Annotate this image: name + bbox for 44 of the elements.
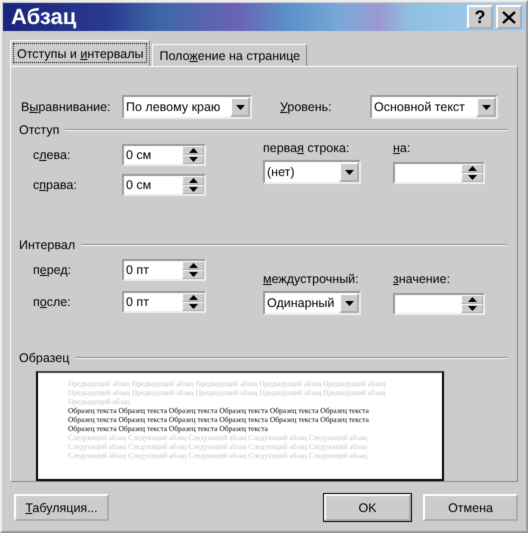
dialog-button[interactable]: OK (324, 494, 412, 521)
spin-down-icon[interactable] (461, 173, 483, 182)
close-button[interactable] (496, 5, 522, 29)
spin-down-icon[interactable] (182, 185, 204, 194)
spin-down-icon[interactable] (182, 155, 204, 164)
spin-field[interactable] (393, 162, 485, 184)
dialog-button[interactable]: Отмена (423, 494, 518, 521)
spin-field[interactable]: 0 пт (122, 291, 206, 313)
spin-up-icon[interactable] (461, 164, 483, 173)
field-label: междустрочный: (263, 272, 359, 286)
help-button[interactable]: ? (467, 5, 493, 29)
dropdown[interactable]: По левому краю (122, 95, 252, 119)
spin-field[interactable]: 0 см (122, 174, 206, 196)
window-title: Абзац (11, 4, 78, 30)
dialog-button[interactable]: Табуляция... (14, 494, 109, 521)
field-label: справа: (33, 178, 77, 192)
group-label: Интервал (19, 238, 76, 252)
spin-field[interactable]: 0 пт (122, 259, 206, 281)
field-label: первая строка: (263, 141, 350, 155)
field-label: Уровень: (280, 100, 332, 114)
spin-up-icon[interactable] (182, 176, 204, 185)
tab[interactable]: Отступы и интервалы (10, 40, 150, 66)
spin-field[interactable]: 0 см (122, 144, 206, 166)
spin-up-icon[interactable] (182, 293, 204, 302)
spin-field[interactable] (393, 293, 485, 315)
dropdown[interactable]: (нет) (263, 160, 361, 184)
field-label: Выравнивание: (21, 100, 111, 114)
tab[interactable]: Положение на странице (152, 44, 308, 66)
dropdown[interactable]: Основной текст (370, 95, 498, 119)
spin-down-icon[interactable] (461, 304, 483, 313)
spin-down-icon[interactable] (182, 270, 204, 279)
group-label: Отступ (19, 123, 60, 137)
field-label: слева: (33, 148, 70, 162)
spin-down-icon[interactable] (182, 302, 204, 311)
field-label: после: (33, 295, 71, 309)
field-label: перед: (33, 263, 72, 277)
dropdown[interactable]: Одинарный (263, 291, 361, 315)
spin-up-icon[interactable] (182, 261, 204, 270)
close-icon (502, 10, 516, 24)
spin-up-icon[interactable] (182, 146, 204, 155)
field-label: на: (393, 141, 410, 155)
group-label: Образец (19, 351, 70, 365)
spin-up-icon[interactable] (461, 295, 483, 304)
field-label: значение: (393, 272, 450, 286)
